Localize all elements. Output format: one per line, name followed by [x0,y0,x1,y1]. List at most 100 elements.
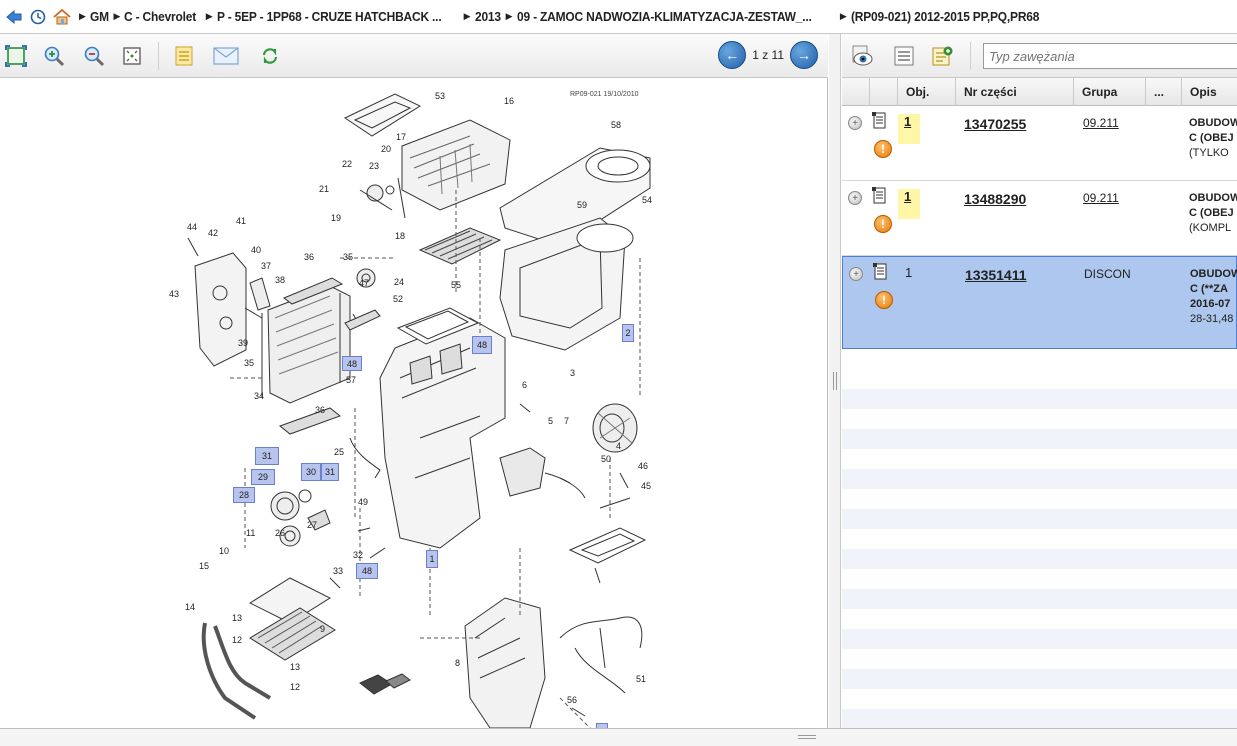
part-number-link[interactable]: 13470255 [964,116,1026,132]
callout-label[interactable]: 37 [261,261,271,271]
callout-highlight[interactable]: 48 [472,336,492,354]
splitter-grip-icon[interactable] [833,372,837,390]
callout-label[interactable]: 36 [315,405,325,415]
next-page-button[interactable]: → [790,41,818,69]
filter-input[interactable] [983,43,1237,69]
group-link[interactable]: 09.211 [1083,191,1119,205]
breadcrumb-item[interactable]: ▶ GM [76,9,110,24]
callout-label[interactable]: 7 [564,416,569,426]
table-row-selected[interactable]: + ! 1 13351411 DISCON OBUDOW C (**ZA 201… [842,256,1237,349]
callout-label[interactable]: 24 [394,277,404,287]
callout-label[interactable]: 25 [334,447,344,457]
document-icon[interactable] [872,112,888,130]
callout-label[interactable]: 58 [611,120,621,130]
callout-highlight[interactable]: 31 [255,447,279,465]
more-column-header[interactable]: ... [1146,78,1182,106]
quantity-link[interactable]: 1 [898,114,920,144]
breadcrumb-label[interactable]: C - Chevrolet [124,9,196,24]
callout-label[interactable]: 35 [343,252,353,262]
callout-label[interactable]: 6 [522,380,527,390]
bottom-splitter[interactable] [0,728,1237,746]
callout-label[interactable]: 41 [236,216,246,226]
expand-row-button[interactable]: + [848,116,862,130]
breadcrumb-label[interactable]: (RP09-021) 2012-2015 PP,PQ,PR68 [851,9,1039,24]
callout-label[interactable]: 59 [577,200,587,210]
callout-label[interactable]: 4 [616,441,621,451]
qty-column-header[interactable]: Obj. [898,78,956,106]
warning-icon[interactable]: ! [874,215,892,233]
callout-label[interactable]: 21 [319,184,329,194]
callout-label[interactable]: 45 [641,481,651,491]
document-icon[interactable] [873,263,889,281]
breadcrumb-label[interactable]: P - 5EP - 1PP68 - CRUZE HATCHBACK ... [217,9,442,24]
callout-label[interactable]: 44 [187,222,197,232]
callout-label[interactable]: 39 [238,338,248,348]
callout-label[interactable]: 9 [320,624,325,634]
callout-label[interactable]: 23 [369,161,379,171]
callout-highlight[interactable]: 48 [356,563,378,579]
callout-highlight[interactable]: 2 [622,324,634,342]
callout-label[interactable]: 32 [353,550,363,560]
view-button[interactable] [848,42,876,70]
parts-list-button[interactable] [170,42,198,70]
warning-icon[interactable]: ! [875,291,893,309]
callout-label[interactable]: 12 [290,682,300,692]
callout-label[interactable]: 46 [638,461,648,471]
breadcrumb-item[interactable]: ▶ 09 - ZAMOC NADWOZIA-KLIMATYZACJA-ZESTAW… [503,9,837,24]
fit-to-window-button[interactable] [2,42,30,70]
callout-label[interactable]: 52 [393,294,403,304]
callout-highlight[interactable]: 28 [233,487,255,503]
callout-label[interactable]: 20 [381,144,391,154]
callout-label[interactable]: 13 [290,662,300,672]
callout-highlight[interactable]: 48 [342,356,362,371]
callout-label[interactable]: 38 [275,275,285,285]
email-button[interactable] [212,42,240,70]
breadcrumb-label[interactable]: GM [90,9,109,24]
callout-label[interactable]: 12 [232,635,242,645]
breadcrumb-item[interactable]: ▶ P - 5EP - 1PP68 - CRUZE HATCHBACK ... [203,9,461,24]
description-column-header[interactable]: Opis [1182,78,1237,106]
callout-label[interactable]: 40 [251,245,261,255]
part-number-link[interactable]: 13351411 [965,267,1027,283]
back-arrow-icon[interactable] [4,7,24,27]
list-view-button[interactable] [890,42,918,70]
splitter-grip-icon[interactable] [798,735,816,739]
history-clock-icon[interactable] [28,7,48,27]
callout-label[interactable]: 42 [208,228,218,238]
callout-label[interactable]: 11 [246,528,255,538]
callout-label[interactable]: 43 [169,289,179,299]
add-to-order-button[interactable] [928,42,956,70]
callout-label[interactable]: 16 [504,96,514,106]
callout-label[interactable]: 3 [570,368,575,378]
callout-label[interactable]: 17 [396,132,406,142]
callout-label[interactable]: 49 [358,497,368,507]
callout-label[interactable]: 27 [307,520,317,530]
exploded-parts-diagram[interactable]: RP09-021 19/10/2010 53 16 58 17 20 22 23… [0,78,827,728]
table-row[interactable]: + ! 1 13488290 09.211 OBUDOW C (OBEJ (KO… [842,181,1237,256]
callout-label[interactable]: 18 [395,231,405,241]
callout-label[interactable]: 56 [567,695,577,705]
breadcrumb-item[interactable]: ▶ (RP09-021) 2012-2015 PP,PQ,PR68 [837,9,1056,24]
callout-label[interactable]: 19 [331,213,341,223]
callout-label[interactable]: 50 [601,454,611,464]
part-number-link[interactable]: 13488290 [964,191,1026,207]
callout-label[interactable]: 57 [346,375,356,385]
callout-highlight[interactable]: 1 [426,550,438,568]
callout-label[interactable]: 53 [435,91,445,101]
document-icon[interactable] [872,187,888,205]
previous-page-button[interactable]: ← [718,41,747,69]
callout-label[interactable]: 54 [642,195,652,205]
callout-label[interactable]: 51 [636,674,646,684]
callout-label[interactable]: 47 [359,278,369,288]
part-number-column-header[interactable]: Nr części [956,78,1074,106]
callout-highlight[interactable]: 29 [251,469,275,485]
group-link[interactable]: 09.211 [1083,116,1119,130]
breadcrumb-label[interactable]: 09 - ZAMOC NADWOZIA-KLIMATYZACJA-ZESTAW_… [517,9,812,24]
zoom-out-button[interactable] [80,42,108,70]
table-row[interactable]: + ! 1 13470255 09.211 OBUDOW C (OBEJ (TY… [842,106,1237,181]
callout-label[interactable]: 35 [244,358,254,368]
callout-highlight[interactable]: 31 [321,463,339,481]
breadcrumb-item[interactable]: ▶ 2013 [461,9,503,24]
breadcrumb-item[interactable]: ▶ C - Chevrolet [110,9,202,24]
callout-label[interactable]: 14 [185,602,195,612]
